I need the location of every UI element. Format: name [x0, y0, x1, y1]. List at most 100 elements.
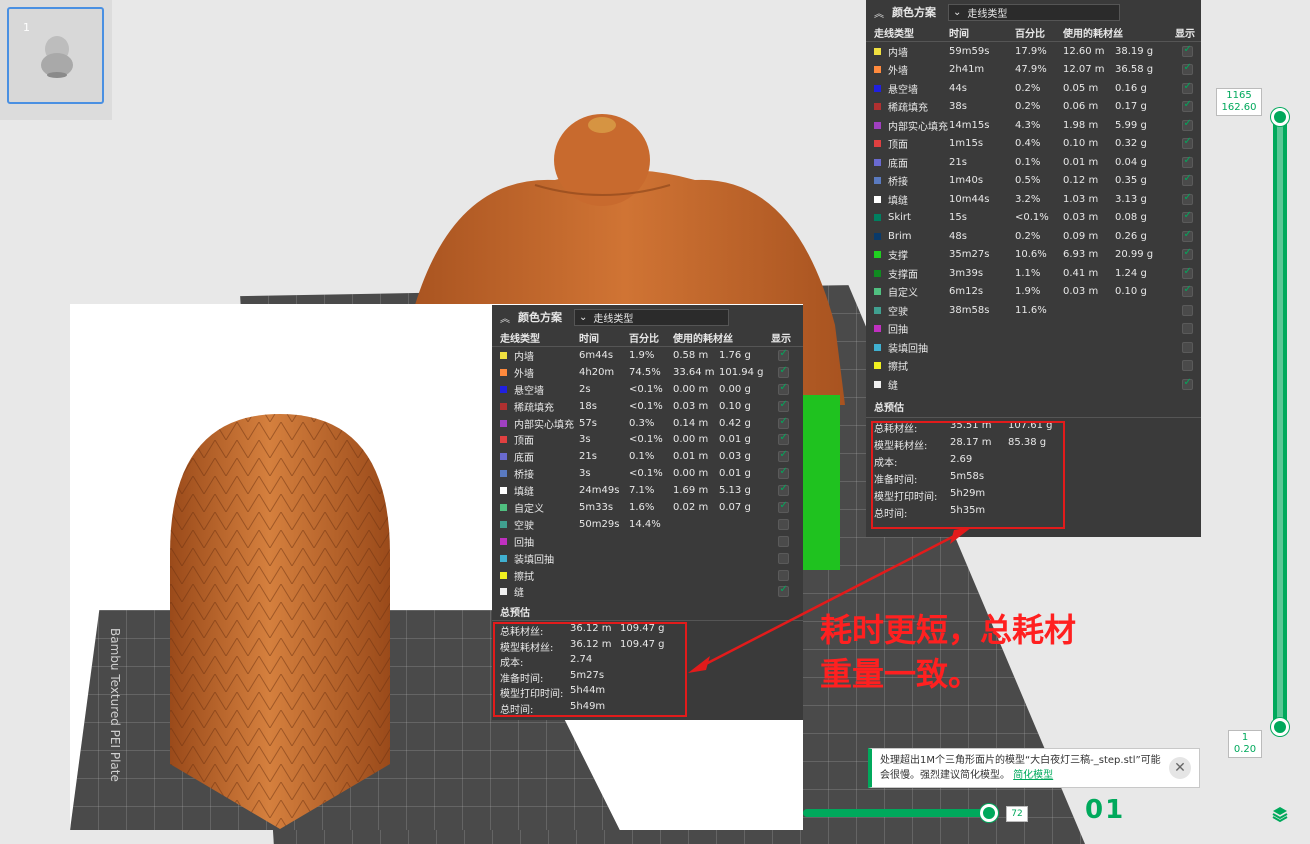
move-slider-handle[interactable]: [980, 804, 998, 822]
legend-type-cell: 底面: [874, 155, 949, 170]
visibility-checkbox[interactable]: [1181, 118, 1193, 131]
visibility-checkbox[interactable]: [1181, 155, 1193, 168]
legend-type-cell: 内墙: [500, 348, 579, 363]
column-header: 显示: [771, 334, 791, 345]
legend-type-cell: 支撑面: [874, 266, 949, 281]
visibility-checkbox[interactable]: [1181, 360, 1193, 372]
legend-type-cell: 桥接: [874, 173, 949, 188]
filament-weight: 0.32 g: [1115, 138, 1147, 150]
color-swatch: [874, 214, 881, 222]
layers-icon[interactable]: [1271, 805, 1289, 823]
model-thumbnail-icon: [41, 36, 73, 78]
visibility-checkbox[interactable]: [777, 449, 789, 463]
visibility-checkbox[interactable]: [1181, 136, 1193, 150]
color-swatch: [500, 554, 507, 562]
color-scheme-label: 颜色方案: [892, 6, 936, 19]
legend-row: 填缝 24m49s 7.1% 1.69 m 5.13 g: [492, 482, 803, 499]
visibility-checkbox[interactable]: [1181, 284, 1193, 298]
visibility-checkbox[interactable]: [1181, 62, 1193, 76]
legend-row: 内部实心填充 57s 0.3% 0.14 m 0.42 g: [492, 415, 803, 432]
time-value: 6m12s: [949, 286, 984, 298]
plate-label: Bambu Textured PEI Plate: [108, 628, 122, 782]
filament-cell: 0.00 m 0.01 g: [673, 468, 771, 479]
visibility-checkbox[interactable]: [1181, 173, 1193, 187]
layer-slider-top-handle[interactable]: [1271, 108, 1289, 126]
time-value: 14m15s: [949, 119, 990, 131]
filament-cell: 0.41 m 1.24 g: [1063, 268, 1175, 279]
move-slider[interactable]: [803, 809, 993, 817]
legend-row: 装填回抽: [866, 338, 1201, 357]
layer-slider-bottom-handle[interactable]: [1271, 718, 1289, 736]
annotation-text: 耗时更短，总耗材 重量一致。: [820, 611, 1077, 693]
color-swatch: [874, 84, 881, 92]
line-type-name: 内部实心填充: [888, 121, 948, 133]
time-value: 24m49s: [579, 485, 620, 497]
visibility-checkbox[interactable]: [777, 382, 789, 395]
legend-type-cell: 顶面: [874, 136, 949, 151]
visibility-checkbox[interactable]: [777, 365, 789, 378]
legend-type-cell: 填缝: [874, 192, 949, 207]
visibility-checkbox[interactable]: [777, 500, 789, 513]
filament-cell: 0.00 m 0.00 g: [673, 384, 771, 395]
filament-length: 0.00 m: [673, 468, 709, 480]
color-swatch: [500, 571, 507, 579]
legend-type-cell: 内部实心填充: [500, 416, 579, 431]
time-value: 3m39s: [949, 267, 984, 279]
visibility-cell: [1175, 173, 1199, 187]
visibility-checkbox[interactable]: [777, 432, 789, 446]
filament-length: 0.06 m: [1063, 101, 1099, 113]
filament-cell: 1.69 m 5.13 g: [673, 485, 771, 496]
line-type-name: 空驶: [888, 306, 908, 318]
legend-row: 自定义 6m12s 1.9% 0.03 m 0.10 g: [866, 283, 1201, 302]
visibility-checkbox[interactable]: [1181, 229, 1193, 242]
legend-row: Brim 48s 0.2% 0.09 m 0.26 g: [866, 227, 1201, 246]
collapse-icon[interactable]: ︽: [500, 310, 510, 325]
visibility-checkbox[interactable]: [1181, 323, 1193, 335]
filament-weight: 0.00 g: [719, 383, 751, 395]
line-type-name: 外墙: [514, 368, 534, 380]
visibility-checkbox[interactable]: [1181, 81, 1193, 94]
visibility-checkbox[interactable]: [1181, 377, 1193, 390]
legend-row: 外墙 4h20m 74.5% 33.64 m 101.94 g: [492, 364, 803, 381]
plate-thumbnail[interactable]: 1: [7, 7, 104, 104]
visibility-checkbox[interactable]: [777, 466, 789, 480]
layer-slider-range: [1277, 122, 1283, 720]
visibility-checkbox[interactable]: [1181, 247, 1193, 261]
visibility-checkbox[interactable]: [1181, 192, 1193, 205]
time-value: 21s: [949, 156, 967, 168]
time-value: 57s: [579, 417, 597, 429]
percent-value: 11.6%: [1015, 304, 1047, 316]
simplify-model-link[interactable]: 简化模型: [1013, 770, 1053, 781]
filament-weight: 0.17 g: [1115, 101, 1147, 113]
visibility-checkbox[interactable]: [777, 348, 789, 361]
close-icon[interactable]: ✕: [1169, 757, 1191, 779]
line-type-name: 稀疏填充: [514, 402, 554, 414]
visibility-checkbox[interactable]: [1181, 266, 1193, 279]
visibility-checkbox[interactable]: [1181, 210, 1193, 224]
visibility-cell: [1175, 62, 1199, 76]
time-value: 38s: [949, 101, 967, 113]
filament-cell: 1.03 m 3.13 g: [1063, 194, 1175, 205]
visibility-cell: [771, 382, 795, 395]
color-swatch: [500, 419, 507, 427]
filament-weight: 0.08 g: [1115, 212, 1147, 224]
time-value: 4h20m: [579, 366, 615, 378]
percent-value: 10.6%: [1015, 249, 1047, 261]
visibility-checkbox[interactable]: [1181, 304, 1193, 316]
visibility-cell: [1175, 284, 1199, 298]
collapse-icon[interactable]: ︽: [874, 5, 884, 20]
visibility-checkbox[interactable]: [1181, 44, 1193, 57]
color-scheme-select[interactable]: ⌄ 走线类型: [948, 3, 1120, 21]
visibility-checkbox[interactable]: [777, 416, 789, 429]
color-scheme-select[interactable]: ⌄ 走线类型: [574, 308, 729, 326]
filament-weight: 0.35 g: [1115, 175, 1147, 187]
filament-weight: 1.24 g: [1115, 267, 1147, 279]
filament-cell: 33.64 m 101.94 g: [673, 367, 771, 378]
visibility-cell: [771, 416, 795, 429]
line-type-name: 缝: [888, 380, 898, 392]
time-value: 1m40s: [949, 175, 984, 187]
visibility-checkbox[interactable]: [777, 483, 789, 497]
visibility-checkbox[interactable]: [777, 399, 789, 412]
visibility-checkbox[interactable]: [1181, 341, 1193, 353]
visibility-checkbox[interactable]: [1181, 99, 1193, 113]
